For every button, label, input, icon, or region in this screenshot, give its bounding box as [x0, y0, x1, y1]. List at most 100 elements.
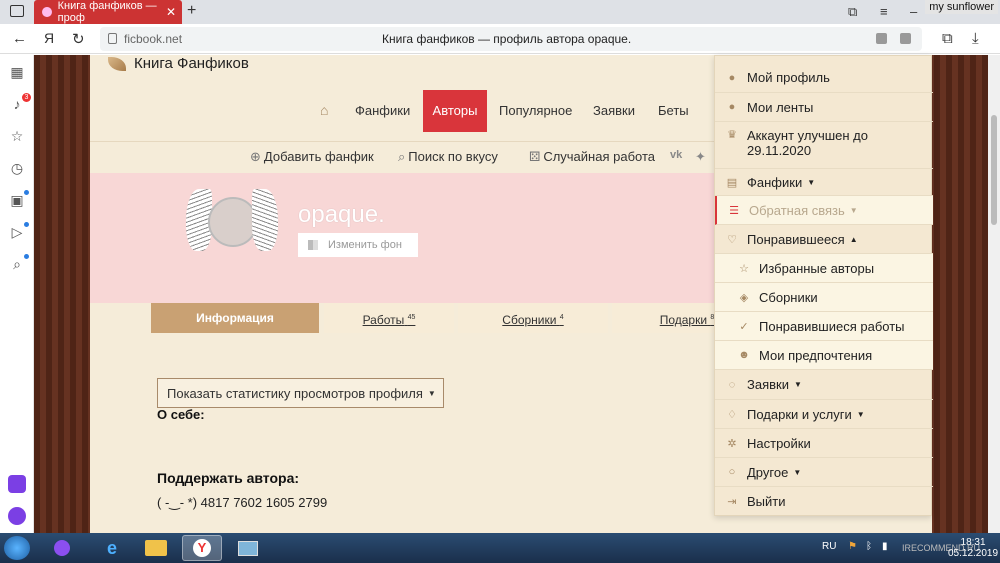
new-tab-icon[interactable]: +	[187, 2, 196, 20]
menu-my-feeds[interactable]: ● Мои ленты	[715, 93, 933, 122]
taskbar: e Y RU ⚑ ᛒ ▮ IRECOMMEND.RU 18:31 05.12.2…	[0, 533, 1000, 563]
add-fanfic-label: Добавить фанфик	[263, 149, 374, 164]
change-background-button[interactable]: Изменить фон	[298, 233, 418, 257]
menu-other-label: Другое	[747, 464, 789, 480]
search-icon: ⌕	[398, 149, 406, 164]
menu-favorite-authors-label: Избранные авторы	[759, 260, 875, 276]
lightbulb-icon: ◌	[728, 378, 736, 391]
chat-icon: ☰	[729, 204, 739, 217]
nav-fanfics[interactable]: Фанфики	[355, 103, 410, 118]
add-fanfic-link[interactable]: ⊕ Добавить фанфик	[250, 149, 374, 165]
taskbar-image-icon[interactable]	[228, 535, 268, 561]
user-icon: ●	[728, 71, 736, 84]
menu-gifts-services[interactable]: ♢ Подарки и услуги ▼	[715, 400, 933, 429]
url-page-title: Книга фанфиков — профиль автора opaque.	[382, 32, 632, 46]
support-text: ( -‿- *) 4817 7602 1605 2799	[157, 495, 328, 510]
user-menu: ● Мой профиль ● Мои ленты ♛ Аккаунт улучшен…	[714, 55, 933, 516]
star-icon[interactable]: ☆	[9, 128, 25, 144]
back-icon[interactable]: ←	[12, 30, 27, 47]
menu-collections[interactable]: ◈ Сборники	[715, 283, 933, 312]
tab-collections-label: Сборники	[502, 313, 557, 327]
profile-stats-button[interactable]: Показать статистику просмотров профиля ▼	[157, 378, 444, 408]
yandex-home-icon[interactable]: Я	[44, 30, 54, 46]
collections-icon[interactable]: ▣	[9, 192, 25, 208]
tray-clock[interactable]: 18:31 05.12.2019	[948, 537, 998, 559]
tray-flag-icon[interactable]: ⚑	[848, 541, 857, 552]
menu-account-upgraded[interactable]: ♛ Аккаунт улучшен до 29.11.2020	[715, 122, 933, 169]
support-heading: Поддержать автора:	[157, 470, 300, 486]
menu-liked[interactable]: ♡ Понравившееся ▲	[715, 225, 933, 254]
bookmarks-icon[interactable]: ⧉	[848, 4, 857, 20]
tab-information[interactable]: Информация	[151, 303, 319, 333]
menu-account-date: 29.11.2020	[747, 143, 812, 158]
video-icon[interactable]: ▷	[9, 224, 25, 240]
menu-settings[interactable]: ✲ Настройки	[715, 429, 933, 458]
extensions-icon[interactable]: ⧉	[942, 30, 953, 47]
reload-icon[interactable]: ↻	[72, 30, 85, 48]
clock-date: 05.12.2019	[948, 548, 999, 559]
menu-liked-works[interactable]: ✓ Понравившиеся работы	[715, 312, 933, 341]
grid-icon[interactable]: ▦	[9, 64, 25, 80]
tray-network-icon[interactable]: ▮	[882, 541, 888, 552]
taskbar-yandex-icon[interactable]: Y	[182, 535, 222, 561]
alice-icon[interactable]	[8, 507, 26, 525]
close-tab-icon[interactable]: ✕	[166, 5, 176, 19]
page-scrollbar[interactable]	[988, 55, 1000, 533]
home-icon[interactable]: ⌂	[320, 102, 328, 118]
download-icon[interactable]: ⤓	[972, 30, 979, 47]
avatar[interactable]	[186, 189, 278, 271]
menu-requests[interactable]: ◌ Заявки ▼	[715, 370, 933, 400]
tab-works[interactable]: Работы 45	[324, 303, 454, 333]
nav-popular[interactable]: Популярное	[499, 103, 572, 118]
sidebar-toggle-icon[interactable]	[10, 5, 24, 17]
history-icon[interactable]: ◷	[9, 160, 25, 176]
nav-requests[interactable]: Заявки	[593, 103, 635, 118]
logout-icon: ⇥	[727, 496, 737, 508]
nav-betas[interactable]: Беты	[658, 103, 689, 118]
random-work-link[interactable]: ⚄ Случайная работа	[529, 149, 655, 165]
tray-bluetooth-icon[interactable]: ᛒ	[866, 541, 872, 552]
taskbar-ie-icon[interactable]: e	[92, 535, 132, 561]
user-label: my sunflower	[925, 0, 998, 14]
search-by-taste-link[interactable]: ⌕ Поиск по вкусу	[398, 149, 498, 165]
change-background-label: Изменить фон	[328, 239, 402, 251]
address-bar: ← Я ↻ ficbook.net Книга фанфиков — профи…	[0, 24, 1000, 54]
caret-down-icon: ▼	[856, 409, 865, 419]
tab-collections[interactable]: Сборники 4	[458, 303, 608, 333]
twitter-icon[interactable]: ✦	[695, 149, 706, 165]
menu-other[interactable]: ○ Другое ▼	[715, 458, 933, 487]
menu-icon[interactable]: ≡	[880, 4, 888, 19]
menu-my-profile[interactable]: ● Мой профиль	[715, 63, 933, 93]
nav-authors[interactable]: Авторы	[423, 90, 487, 132]
caret-up-icon: ▲	[849, 234, 858, 244]
taskbar-alice-icon[interactable]	[42, 535, 82, 561]
avatar-wing-right	[252, 189, 278, 251]
browser-tab-bar: Книга фанфиков — проф ✕ + ⧉ ≡ – my sunfl…	[0, 0, 1000, 24]
browser-tab[interactable]: Книга фанфиков — проф ✕	[34, 0, 182, 24]
taskbar-explorer-icon[interactable]	[136, 535, 176, 561]
url-field[interactable]: ficbook.net Книга фанфиков — профиль авт…	[100, 27, 922, 51]
menu-fanfics[interactable]: ▤ Фанфики ▼	[715, 169, 933, 196]
start-button[interactable]	[4, 536, 30, 560]
user-icon: ●	[728, 101, 736, 113]
scrollbar-thumb[interactable]	[991, 115, 997, 225]
minimize-icon[interactable]: –	[910, 4, 917, 19]
menu-favorite-authors[interactable]: ☆ Избранные авторы	[715, 254, 933, 283]
site-brand[interactable]: Книга Фанфиков	[108, 55, 249, 72]
language-indicator[interactable]: RU	[822, 541, 836, 552]
menu-logout[interactable]: ⇥ Выйти	[715, 487, 933, 516]
menu-feedback[interactable]: ☰ Обратная связь ▼	[715, 196, 933, 225]
about-heading: О себе:	[157, 407, 205, 422]
thumbs-up-icon: ✓	[739, 320, 749, 333]
reader-icon[interactable]	[876, 33, 887, 44]
menu-gifts-services-label: Подарки и услуги	[747, 406, 852, 422]
search-screen-icon[interactable]: ⌕	[9, 256, 25, 272]
menu-my-preferences-label: Мои предпочтения	[759, 347, 873, 363]
crown-icon: ♛	[727, 129, 737, 141]
menu-my-preferences[interactable]: ☻ Мои предпочтения	[715, 341, 933, 370]
music-icon[interactable]	[8, 475, 26, 493]
layers-icon: ◈	[739, 291, 749, 304]
bookmark-icon[interactable]	[900, 33, 911, 44]
menu-account-text: Аккаунт улучшен до 29.11.2020	[747, 128, 868, 158]
vk-icon[interactable]: vk	[670, 149, 682, 161]
